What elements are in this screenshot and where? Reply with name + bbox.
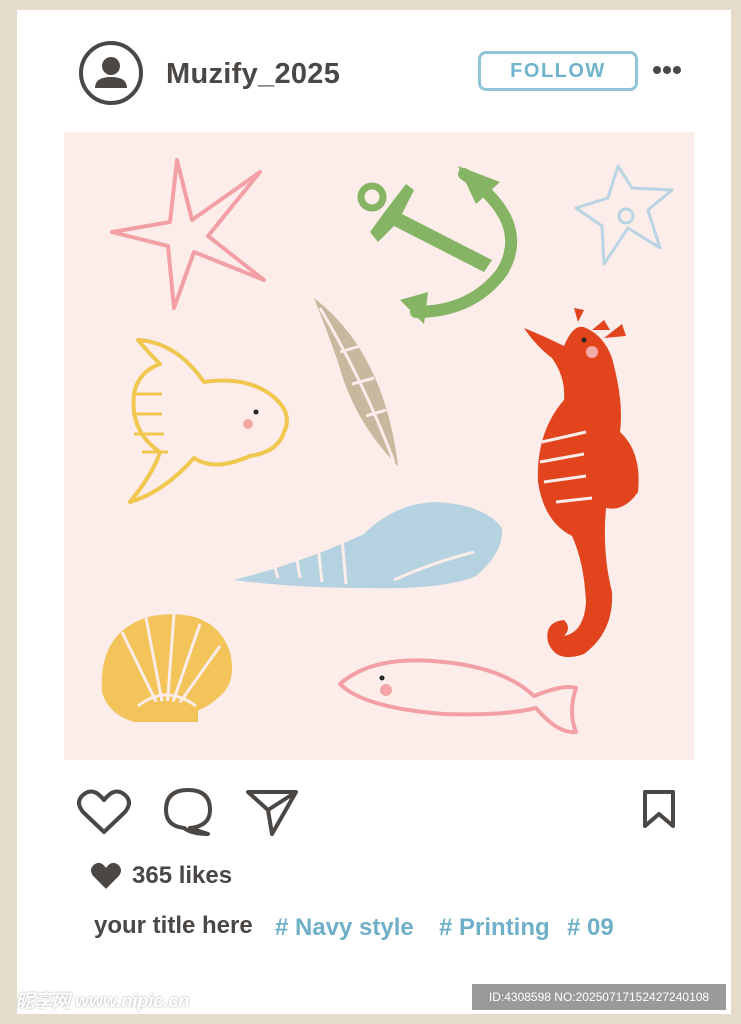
pink-fish-illustration [338,658,578,735]
anchor-illustration [357,166,518,324]
sunfish-illustration [128,338,289,504]
username[interactable]: Muzify_2025 [166,58,340,91]
hashtag-navy-style[interactable]: # Navy style [275,914,414,942]
post-image[interactable] [64,132,694,760]
small-starfish-illustration [574,164,674,266]
more-dots-icon[interactable] [652,63,682,77]
comment-bubble-icon[interactable] [162,786,214,836]
watermark-id: ID:4308598 NO:20250717152427240108 [472,984,726,1010]
user-avatar-icon[interactable] [78,40,144,106]
heart-icon[interactable] [77,788,131,836]
bookmark-icon[interactable] [641,788,677,830]
scallop-shell-illustration [101,613,232,723]
paper-plane-icon[interactable] [244,786,300,838]
post-caption: your title here [94,912,253,939]
feather-illustration [314,298,398,466]
watermark-site: 昵享网 www.nipic.cn [16,991,190,1011]
seahorse-illustration [524,308,639,658]
conch-shell-illustration [234,502,503,589]
hashtag-printing[interactable]: # Printing [439,914,550,942]
starfish-illustration [110,158,266,310]
likes-count: 365 likes [132,862,233,889]
likes-row[interactable]: 365 likes [90,862,232,890]
filled-heart-icon [90,862,122,889]
follow-button[interactable]: FOLLOW [478,51,638,91]
hashtag-09[interactable]: # 09 [567,914,614,942]
